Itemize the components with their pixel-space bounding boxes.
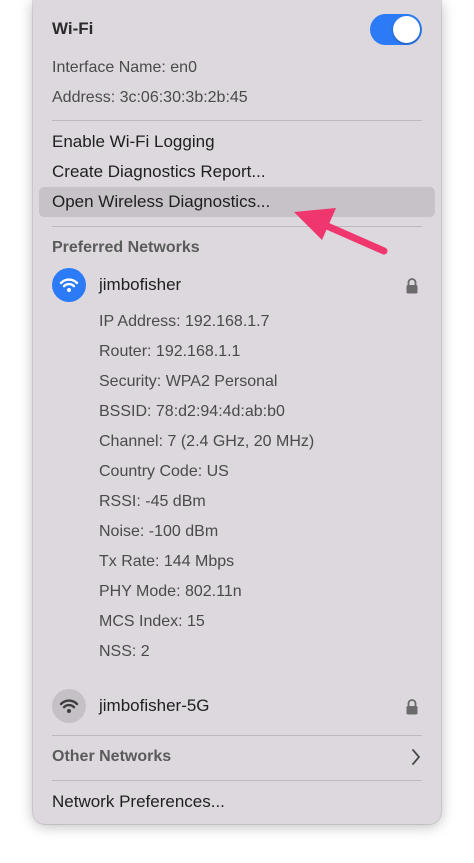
detail-bssid: BSSID: 78:d2:94:4d:ab:b0 [99, 403, 285, 420]
detail-ip-address: IP Address: 192.168.1.7 [99, 313, 270, 330]
mac-address: Address: 3c:06:30:3b:2b:45 [52, 89, 248, 106]
other-networks-item[interactable]: Other Networks [52, 748, 171, 766]
detail-security: Security: WPA2 Personal [99, 373, 278, 390]
menu-title: Wi-Fi [52, 19, 94, 38]
divider [52, 120, 422, 121]
lock-icon [406, 278, 418, 294]
preferred-networks-label: Preferred Networks [52, 239, 200, 256]
network-name: jimbofisher [99, 275, 182, 294]
lock-icon [406, 699, 418, 715]
chevron-right-icon[interactable] [411, 748, 421, 766]
divider [52, 226, 422, 227]
detail-rssi: RSSI: -45 dBm [99, 493, 206, 510]
network-row-jimbofisher[interactable]: jimbofisher [33, 268, 441, 304]
detail-phy-mode: PHY Mode: 802.11n [99, 583, 242, 600]
detail-noise: Noise: -100 dBm [99, 523, 219, 540]
detail-country-code: Country Code: US [99, 463, 229, 480]
detail-channel: Channel: 7 (2.4 GHz, 20 MHz) [99, 433, 315, 450]
divider [52, 735, 422, 736]
enable-wifi-logging-item[interactable]: Enable Wi-Fi Logging [52, 132, 215, 152]
wifi-badge [52, 689, 86, 723]
wifi-icon [59, 699, 79, 713]
network-row-jimbofisher-5g[interactable]: jimbofisher-5G [33, 689, 441, 725]
detail-router: Router: 192.168.1.1 [99, 343, 241, 360]
wifi-badge [52, 268, 86, 302]
open-wireless-diagnostics-item[interactable]: Open Wireless Diagnostics... [52, 192, 270, 212]
divider [52, 780, 422, 781]
detail-mcs-index: MCS Index: 15 [99, 613, 205, 630]
wifi-toggle[interactable] [370, 14, 422, 45]
toggle-knob [393, 16, 420, 43]
wifi-icon [59, 278, 79, 292]
network-name: jimbofisher-5G [99, 696, 210, 715]
detail-nss: NSS: 2 [99, 643, 150, 660]
interface-name: Interface Name: en0 [52, 59, 197, 76]
create-diagnostics-report-item[interactable]: Create Diagnostics Report... [52, 162, 266, 182]
detail-tx-rate: Tx Rate: 144 Mbps [99, 553, 235, 570]
network-preferences-item[interactable]: Network Preferences... [52, 792, 225, 812]
wifi-menu: Wi-Fi Interface Name: en0 Address: 3c:06… [33, 0, 441, 824]
